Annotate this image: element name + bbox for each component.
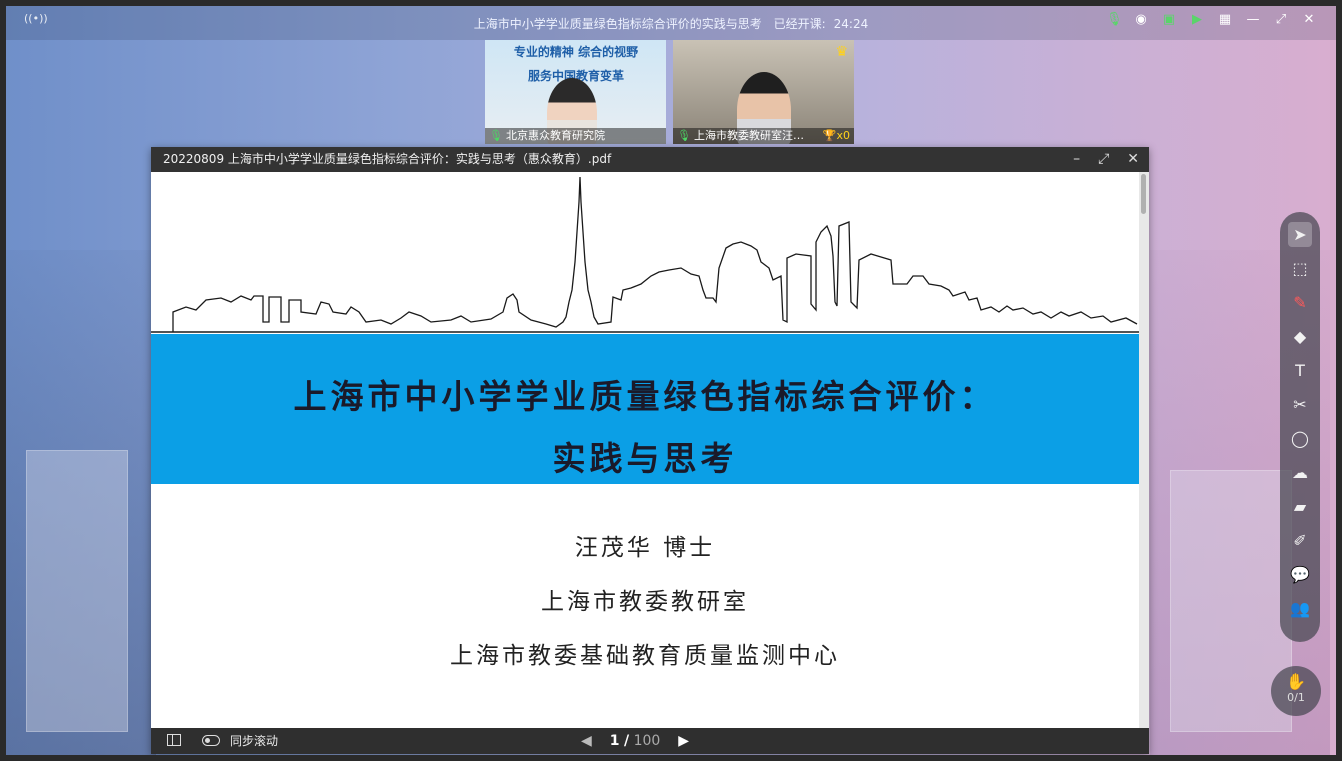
scissors-icon[interactable]: ✂ [1288, 392, 1312, 417]
gate-pillar [26, 450, 128, 732]
microphone-icon: 🎙 [677, 129, 691, 142]
chat-icon[interactable]: 💬 [1288, 562, 1312, 587]
microphone-icon: 🎙 [489, 129, 503, 142]
page-navigator: ◀ 1 / 100 ▶ [581, 728, 689, 754]
pdf-scrollbar[interactable] [1139, 172, 1149, 728]
scroll-thumb[interactable] [1141, 174, 1146, 214]
page-indicator: 1 / 100 [610, 728, 661, 754]
minimize-icon[interactable]: — [1246, 13, 1260, 27]
author-name: 汪茂华 博士 [574, 535, 716, 561]
poster-text-1: 专业的精神 综合的视野 [513, 45, 639, 59]
background-scenery-left [6, 250, 156, 755]
affiliation-2: 上海市教委基础教育质量监测中心 [450, 643, 840, 669]
pointer-icon[interactable]: ➤ [1288, 222, 1312, 247]
presentation-title-line1: 上海市中小学学业质量绿色指标综合评价： [293, 377, 997, 416]
screen-record-icon[interactable]: ▶ [1190, 13, 1204, 27]
shape-icon[interactable]: ◯ [1288, 426, 1312, 451]
pdf-titlebar[interactable]: 20220809 上海市中小学学业质量绿色指标综合评价：实践与思考（惠众教育）.… [151, 147, 1149, 172]
page-separator: / [623, 733, 630, 749]
share-folder-icon[interactable]: ▣ [1162, 13, 1176, 27]
class-title: 上海市中小学学业质量绿色指标综合评价的实践与思考 [473, 17, 762, 31]
participant-name: 北京惠众教育研究院 [505, 129, 605, 142]
edit-icon[interactable]: ✐ [1288, 528, 1312, 553]
pdf-bottom-bar: 同步滚动 ◀ 1 / 100 ▶ [151, 728, 1149, 754]
class-topbar: ((•)) 上海市中小学学业质量绿色指标综合评价的实践与思考 已经开课: 24:2… [0, 0, 1342, 40]
shanghai-skyline-illustration [151, 176, 1139, 333]
video-tile-teacher[interactable]: ♛ 🎙 上海市教委教研室汪… 🏆x0 [673, 40, 854, 144]
trophy-count: 🏆x0 [823, 128, 850, 144]
raise-hand-count: 0/1 [1287, 691, 1305, 704]
window-controls: – ⤢ ✕ [1073, 147, 1139, 172]
presentation-title-line2: 实践与思考 [552, 439, 738, 478]
eraser-icon[interactable]: ◆ [1288, 324, 1312, 349]
topbar-controls: 🎙 ◉ ▣ ▶ ▦ — ⤢ ✕ [1106, 13, 1316, 27]
video-name-label: 🎙 北京惠众教育研究院 [485, 128, 666, 144]
trophy-icon: 🏆 [822, 129, 837, 142]
elapsed-time: 24:24 [833, 17, 869, 31]
members-icon[interactable]: 👥 [1288, 596, 1312, 621]
microphone-icon[interactable]: 🎙 [1106, 13, 1123, 27]
select-region-icon[interactable]: ⬚ [1288, 256, 1312, 281]
title-band: 上海市中小学学业质量绿色指标综合评价： 实践与思考 [151, 334, 1139, 484]
sync-scroll-toggle[interactable] [202, 735, 220, 746]
next-page-icon[interactable]: ▶ [678, 728, 689, 754]
participant-name: 上海市教委教研室汪… [693, 129, 804, 142]
pen-icon[interactable]: ✎ [1288, 290, 1312, 315]
crown-icon: ♛ [835, 44, 848, 60]
affiliation-1: 上海市教委教研室 [541, 589, 749, 615]
trophy-value: x0 [836, 129, 850, 142]
thumbnail-sidebar-icon[interactable] [167, 734, 181, 746]
close-icon[interactable]: ✕ [1302, 13, 1316, 27]
pdf-filename: 20220809 上海市中小学学业质量绿色指标综合评价：实践与思考（惠众教育）.… [163, 152, 612, 166]
cloud-icon[interactable]: ☁ [1288, 460, 1312, 485]
raise-hand-icon: ✋ [1286, 672, 1306, 691]
text-icon[interactable]: T [1288, 358, 1312, 383]
minimize-icon[interactable]: – [1073, 147, 1080, 172]
raise-hand-counter[interactable]: ✋ 0/1 [1271, 666, 1321, 716]
sync-scroll-label: 同步滚动 [230, 734, 279, 748]
maximize-icon[interactable]: ⤢ [1098, 147, 1109, 172]
total-pages: 100 [633, 733, 661, 749]
video-tile-host[interactable]: 专业的精神 综合的视野 服务中国教育变革 🎙 北京惠众教育研究院 [485, 40, 666, 144]
pdf-page[interactable]: 上海市中小学学业质量绿色指标综合评价： 实践与思考 汪茂华 博士 上海市教委教研… [151, 172, 1139, 728]
toolbox-icon[interactable]: ▰ [1288, 494, 1312, 519]
fullscreen-icon[interactable]: ⤢ [1274, 13, 1288, 27]
location-pin-icon[interactable]: ◉ [1134, 13, 1148, 27]
current-page[interactable]: 1 [610, 733, 620, 749]
elapsed-label: 已经开课: [773, 17, 826, 31]
close-icon[interactable]: ✕ [1127, 147, 1139, 172]
grid-layout-icon[interactable]: ▦ [1218, 13, 1232, 27]
pdf-viewer-window: 20220809 上海市中小学学业质量绿色指标综合评价：实践与思考（惠众教育）.… [151, 147, 1149, 754]
annotation-toolbar: ➤ ⬚ ✎ ◆ T ✂ ◯ ☁ ▰ ✐ 💬 👥 [1280, 212, 1320, 642]
previous-page-icon[interactable]: ◀ [581, 728, 592, 754]
